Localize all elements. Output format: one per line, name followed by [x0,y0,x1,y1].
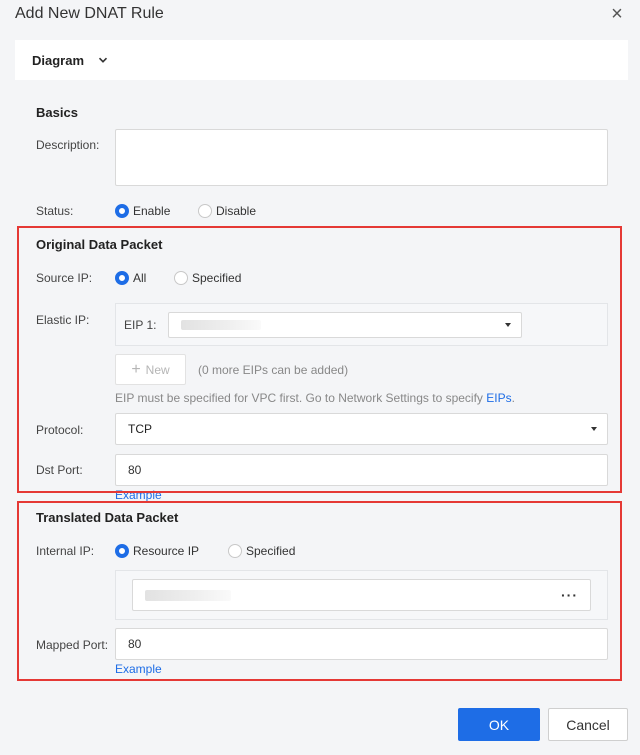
elastic-ip-label: Elastic IP: [36,313,90,327]
dst-port-input[interactable] [115,454,608,486]
redacted-resource-ip [145,590,231,601]
protocol-select[interactable]: TCP [115,413,608,445]
internal-ip-specified-radio[interactable]: Specified [228,544,295,558]
cancel-button[interactable]: Cancel [548,708,628,741]
original-packet-title: Original Data Packet [36,237,163,252]
source-ip-all-radio[interactable]: All [115,271,146,285]
eips-link[interactable]: EIPs [486,391,511,405]
status-disable-radio[interactable]: Disable [198,204,256,218]
caret-down-icon [591,427,597,431]
radio-selected-icon [115,544,129,558]
translated-packet-title: Translated Data Packet [36,510,179,525]
more-eips-note: (0 more EIPs can be added) [198,363,349,377]
basics-title: Basics [36,105,78,120]
description-label: Description: [36,138,100,152]
mapped-port-example-link[interactable]: Example [115,662,162,676]
radio-unselected-icon [228,544,242,558]
ellipsis-icon[interactable]: ··· [561,587,578,603]
protocol-label: Protocol: [36,423,84,437]
eip1-select[interactable] [168,312,522,338]
radio-unselected-icon [198,204,212,218]
source-ip-specified-radio[interactable]: Specified [174,271,241,285]
close-icon[interactable]: × [607,4,627,24]
diagram-label: Diagram [32,53,85,68]
dialog-title: Add New DNAT Rule [15,5,164,22]
status-label: Status: [36,204,74,218]
dst-port-example-link[interactable]: Example [115,488,162,502]
status-enable-radio[interactable]: Enable [115,204,170,218]
radio-unselected-icon [174,271,188,285]
description-field[interactable] [115,129,608,186]
original-packet-highlight [17,226,622,493]
plus-icon: + [131,360,141,378]
eip1-label: EIP 1: [124,318,157,332]
diagram-toggle[interactable]: Diagram [15,40,628,80]
mapped-port-input[interactable] [115,628,608,660]
ok-button[interactable]: OK [458,708,540,741]
caret-down-icon [505,323,511,327]
add-eip-button[interactable]: + New [115,354,186,385]
internal-ip-label: Internal IP: [36,544,95,558]
eip-hint: EIP must be specified for VPC first. Go … [115,391,515,405]
resource-ip-panel: ··· [115,570,608,620]
mapped-port-label: Mapped Port: [36,638,109,652]
radio-selected-icon [115,204,129,218]
source-ip-label: Source IP: [36,271,93,285]
resource-ip-picker[interactable]: ··· [132,579,591,611]
radio-selected-icon [115,271,129,285]
internal-ip-resource-radio[interactable]: Resource IP [115,544,199,558]
chevron-down-icon [98,57,108,63]
dst-port-label: Dst Port: [36,463,83,477]
redacted-eip [181,320,261,330]
eip-panel: EIP 1: [115,303,608,346]
